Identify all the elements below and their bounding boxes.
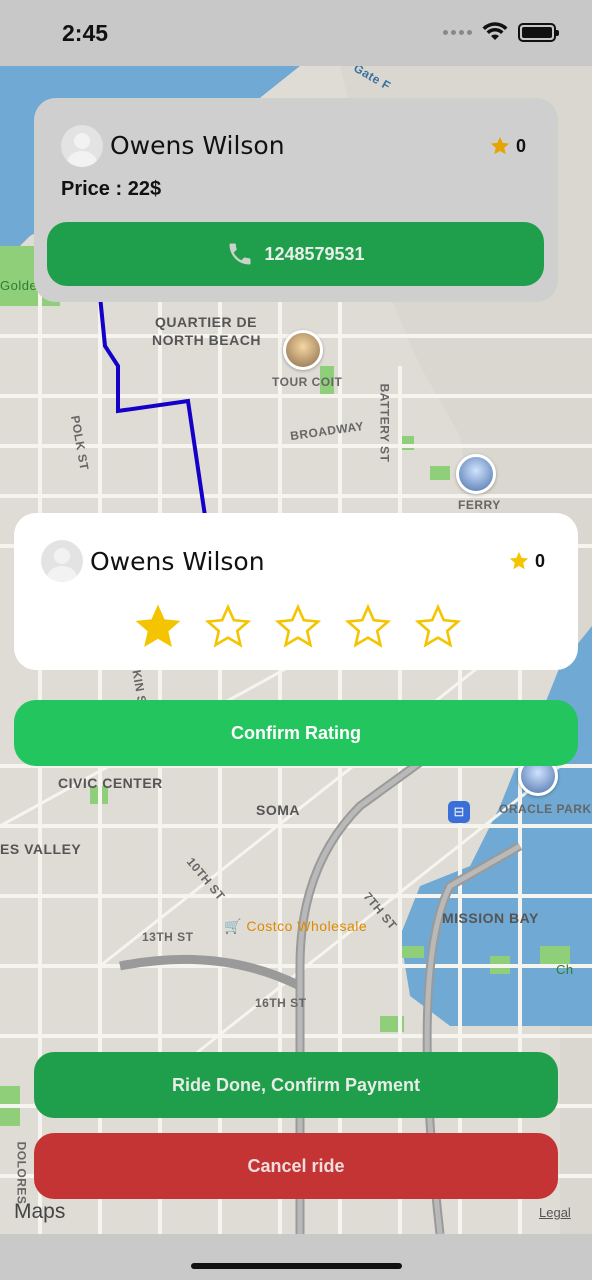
- battery-icon: [518, 22, 559, 42]
- rating-avatar: [41, 540, 83, 582]
- phone-number: 1248579531: [264, 243, 365, 264]
- map-label-north-beach: NORTH BEACH: [152, 332, 261, 348]
- confirm-rating-button[interactable]: Confirm Rating: [14, 700, 578, 766]
- ride-price: Price : 22$: [61, 178, 162, 200]
- map-label-ferry: FERRY: [458, 498, 501, 512]
- star-1-icon[interactable]: [134, 603, 182, 651]
- driver-card: Owens Wilson 0 Price : 22$ 1248579531: [34, 98, 558, 302]
- ferry-poi-icon[interactable]: [456, 454, 496, 494]
- phone-icon: [229, 243, 251, 265]
- driver-rating: 0: [489, 135, 526, 157]
- star-4-icon[interactable]: [344, 603, 392, 651]
- map-label-tour-coit: TOUR COIT: [272, 375, 343, 389]
- rating-card-rating: 0: [508, 550, 545, 572]
- tour-coit-poi-icon[interactable]: [283, 330, 323, 370]
- bottom-bar: [0, 1234, 592, 1280]
- costco-label: Costco Wholesale: [246, 918, 368, 934]
- cancel-ride-button[interactable]: Cancel ride: [34, 1133, 558, 1199]
- maps-logo: Maps: [14, 1200, 65, 1224]
- map-label-soma: SOMA: [256, 802, 300, 818]
- legal-link[interactable]: Legal: [539, 1205, 571, 1220]
- map-label-battery-st: BATTERY ST: [377, 383, 392, 463]
- map-label-13th-st: 13TH ST: [142, 930, 194, 944]
- call-driver-button[interactable]: 1248579531: [47, 222, 544, 286]
- star-5-icon[interactable]: [414, 603, 462, 651]
- transit-icon[interactable]: ⊟: [448, 801, 470, 823]
- rating-card: Owens Wilson 0: [14, 513, 578, 670]
- map-label-mission-bay: MISSION BAY: [442, 910, 539, 926]
- map-label-costco: 🛒 Costco Wholesale: [224, 918, 368, 934]
- rating-card-rating-value: 0: [535, 550, 546, 571]
- status-time: 2:45: [62, 20, 109, 46]
- driver-name: Owens Wilson: [110, 131, 285, 160]
- map-label-es-valley: ES VALLEY: [0, 841, 82, 857]
- map-label-16th-st: 16TH ST: [255, 996, 307, 1010]
- driver-avatar: [61, 125, 103, 167]
- driver-rating-value: 0: [516, 135, 527, 156]
- star-3-icon[interactable]: [274, 603, 322, 651]
- map-label-quartier: QUARTIER DE: [155, 314, 257, 330]
- status-icons: [443, 22, 559, 42]
- map-label-dolores: DOLORES: [14, 1141, 29, 1205]
- star-2-icon[interactable]: [204, 603, 252, 651]
- signal-icon: [443, 29, 472, 35]
- home-indicator[interactable]: [191, 1263, 402, 1269]
- maps-logo-text: Maps: [14, 1200, 66, 1223]
- wifi-icon: [482, 22, 508, 40]
- star-icon: [509, 551, 529, 570]
- map-label-ch: Ch: [556, 962, 574, 977]
- map-label-oracle-park: ORACLE PARK: [499, 802, 592, 816]
- star-icon: [490, 136, 510, 155]
- status-bar: 2:45: [0, 0, 592, 66]
- star-rating-selector: [134, 603, 462, 651]
- rating-driver-name: Owens Wilson: [90, 547, 265, 576]
- map-label-civic-center: CIVIC CENTER: [58, 775, 163, 791]
- ride-done-button[interactable]: Ride Done, Confirm Payment: [34, 1052, 558, 1118]
